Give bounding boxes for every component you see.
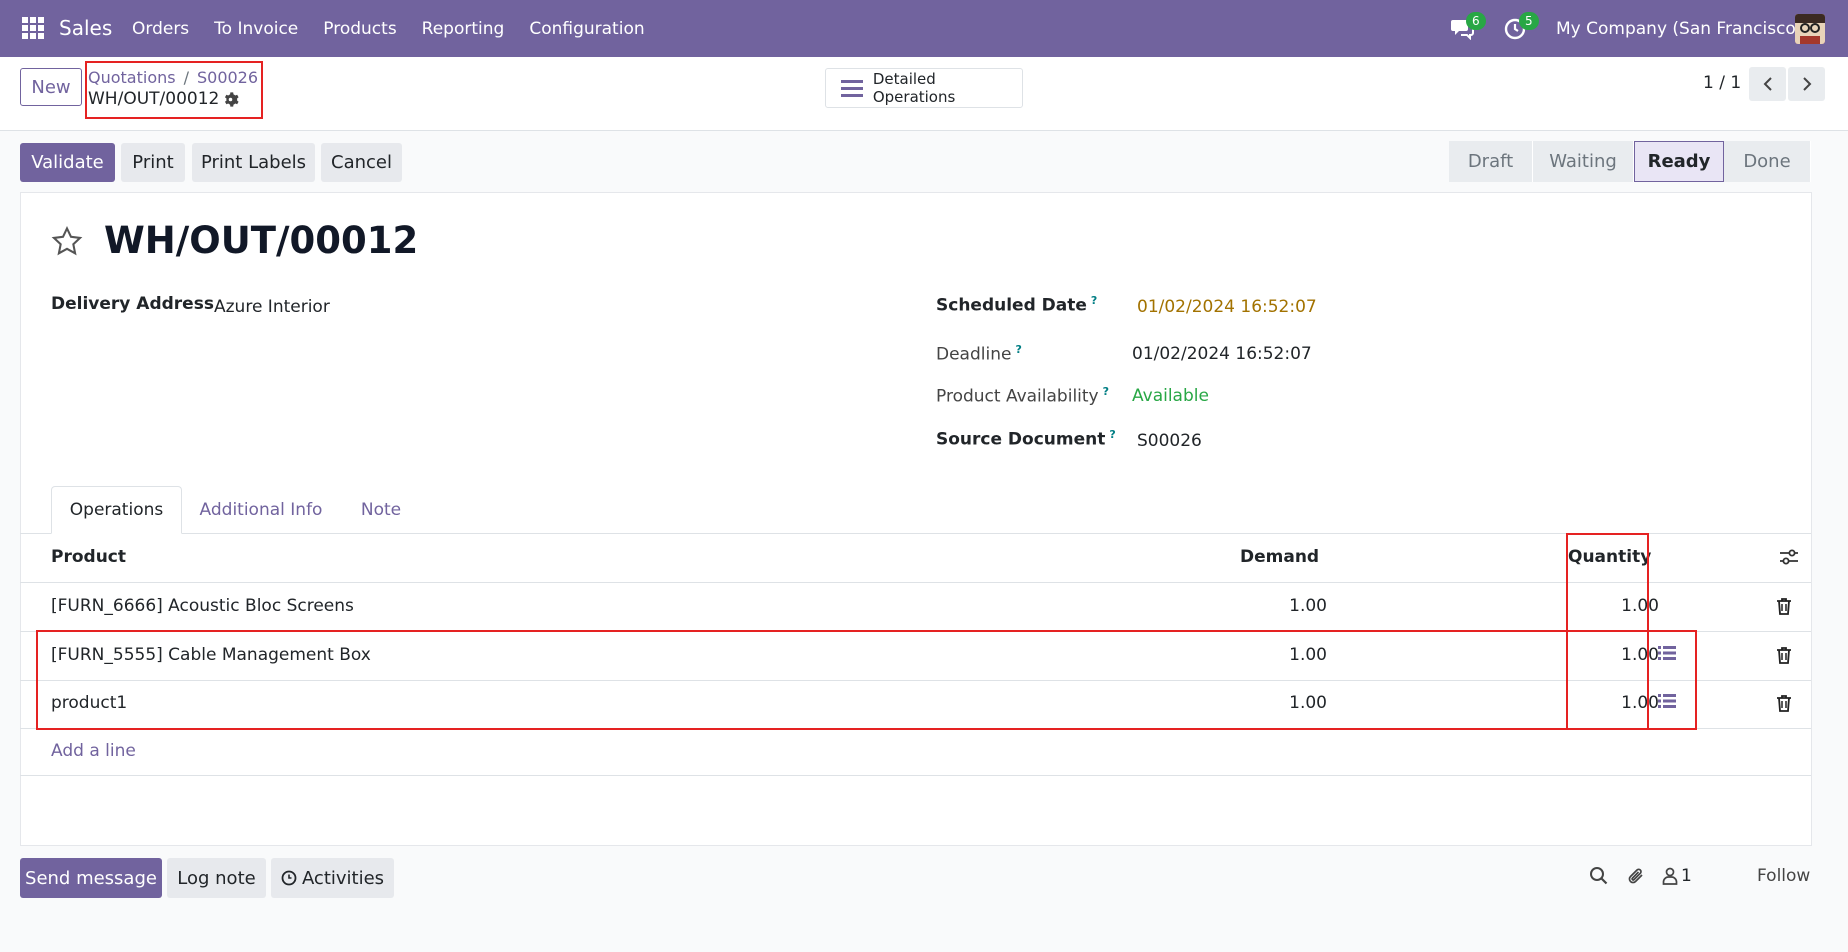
menu-item-products[interactable]: Products [323, 19, 396, 39]
trash-icon[interactable] [1776, 646, 1792, 669]
product-availability-label: Product Availability? [936, 385, 1110, 407]
menu-item-to-invoice[interactable]: To Invoice [214, 19, 298, 39]
row-demand[interactable]: 1.00 [1180, 693, 1327, 713]
scheduled-date-label: Scheduled Date? [936, 294, 1098, 316]
breadcrumb-separator: / [183, 68, 189, 87]
menu-item-orders[interactable]: Orders [132, 19, 189, 39]
trash-icon[interactable] [1776, 597, 1792, 620]
menu-item-reporting[interactable]: Reporting [422, 19, 505, 39]
stage-ready[interactable]: Ready [1634, 141, 1724, 182]
product-availability-value: Available [1132, 386, 1209, 406]
activities-badge: 5 [1519, 12, 1539, 30]
source-document-label: Source Document? [936, 428, 1116, 450]
pager-next-button[interactable] [1788, 67, 1825, 101]
record-title: WH/OUT/00012 [104, 219, 419, 262]
followers-count: 1 [1681, 866, 1692, 886]
row-quantity[interactable]: 1.00 [1540, 693, 1659, 713]
new-button[interactable]: New [20, 68, 82, 106]
operations-table-header: Product Demand Quantity [20, 534, 1811, 583]
validate-button[interactable]: Validate [20, 143, 115, 182]
stage-draft[interactable]: Draft [1449, 141, 1533, 182]
log-note-button[interactable]: Log note [167, 858, 266, 898]
menu-item-configuration[interactable]: Configuration [529, 19, 644, 39]
breadcrumb: Quotations / S00026 [88, 68, 258, 87]
table-row[interactable]: product1 1.00 1.00 [20, 680, 1811, 729]
detailed-operations-list-icon[interactable] [1658, 693, 1676, 714]
row-product[interactable]: product1 [51, 693, 127, 713]
row-demand[interactable]: 1.00 [1180, 645, 1327, 665]
trash-icon[interactable] [1776, 694, 1792, 717]
detailed-operations-button[interactable]: Detailed Operations [825, 68, 1023, 108]
hamburger-icon [841, 79, 863, 97]
tab-note[interactable]: Note [348, 486, 414, 534]
row-demand[interactable]: 1.00 [1180, 596, 1327, 616]
messages-badge: 6 [1466, 12, 1486, 30]
table-row[interactable]: [FURN_6666] Acoustic Bloc Screens 1.00 1… [20, 583, 1811, 632]
activities-button[interactable]: Activities [271, 858, 394, 898]
table-bottom-divider [20, 775, 1811, 776]
source-document-value[interactable]: S00026 [1137, 431, 1202, 451]
scheduled-date-value[interactable]: 01/02/2024 16:52:07 [1137, 297, 1317, 317]
row-quantity[interactable]: 1.00 [1540, 645, 1659, 665]
clock-icon [281, 870, 297, 886]
breadcrumb-quotations[interactable]: Quotations [88, 68, 176, 87]
chevron-left-icon [1763, 77, 1772, 91]
breadcrumb-record-ref: WH/OUT/00012 [88, 89, 220, 109]
top-navbar: Sales Orders To Invoice Products Reporti… [0, 0, 1848, 57]
apps-menu-icon[interactable] [22, 17, 44, 39]
stage-pipeline: Draft Waiting Ready Done [1449, 141, 1811, 182]
column-quantity[interactable]: Quantity [1568, 547, 1651, 567]
star-icon[interactable] [50, 225, 84, 263]
tab-operations[interactable]: Operations [51, 486, 182, 534]
chevron-right-icon [1802, 77, 1811, 91]
detailed-operations-list-icon[interactable] [1658, 645, 1676, 666]
optional-columns-icon[interactable] [1779, 548, 1799, 571]
gear-icon[interactable] [222, 91, 239, 113]
row-product[interactable]: [FURN_6666] Acoustic Bloc Screens [51, 596, 354, 616]
company-switcher[interactable]: My Company (San Francisco) [1556, 19, 1802, 39]
column-demand[interactable]: Demand [1240, 547, 1319, 567]
print-labels-button[interactable]: Print Labels [192, 143, 315, 182]
control-panel: New Quotations / S00026 WH/OUT/00012 Detai… [0, 57, 1848, 131]
stage-waiting[interactable]: Waiting [1533, 141, 1634, 182]
pager-previous-button[interactable] [1749, 67, 1786, 101]
deadline-value: 01/02/2024 16:52:07 [1132, 344, 1312, 364]
pager-value[interactable]: 1 / 1 [1703, 73, 1741, 93]
tab-additional-info[interactable]: Additional Info [193, 486, 329, 534]
send-message-button[interactable]: Send message [20, 858, 162, 898]
stage-done[interactable]: Done [1724, 141, 1811, 182]
print-button[interactable]: Print [121, 143, 185, 182]
status-bar: Validate Print Print Labels Cancel Draft… [0, 130, 1848, 190]
app-name[interactable]: Sales [59, 16, 112, 40]
row-product[interactable]: [FURN_5555] Cable Management Box [51, 645, 371, 665]
follow-button[interactable]: Follow [1757, 866, 1810, 886]
paperclip-icon[interactable] [1627, 866, 1647, 891]
column-product[interactable]: Product [51, 547, 126, 567]
search-icon[interactable] [1589, 866, 1609, 891]
row-quantity[interactable]: 1.00 [1540, 596, 1659, 616]
activities-label: Activities [301, 867, 385, 889]
main-menu: Orders To Invoice Products Reporting Con… [132, 19, 645, 39]
add-line-link[interactable]: Add a line [51, 741, 136, 761]
breadcrumb-s00026[interactable]: S00026 [197, 68, 258, 87]
user-icon [1662, 867, 1678, 885]
cancel-button[interactable]: Cancel [321, 143, 402, 182]
deadline-label: Deadline? [936, 343, 1022, 365]
followers-button[interactable]: 1 [1662, 866, 1692, 886]
delivery-address-value[interactable]: Azure Interior [214, 297, 330, 317]
delivery-address-label: Delivery Address [51, 294, 214, 314]
detailed-operations-label: Detailed Operations [872, 70, 956, 106]
user-avatar[interactable] [1795, 14, 1825, 44]
table-row[interactable]: [FURN_5555] Cable Management Box 1.00 1.… [20, 632, 1811, 681]
